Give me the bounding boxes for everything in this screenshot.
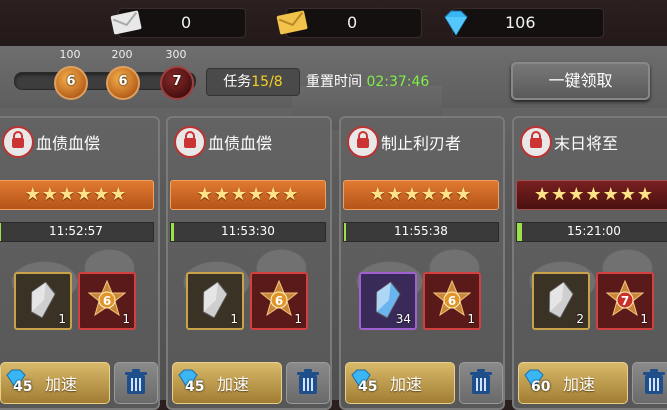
reward-count: 1 bbox=[640, 312, 648, 326]
gold-envelope-icon bbox=[276, 10, 308, 35]
mission-counter: 任务15/8 bbox=[206, 68, 300, 96]
rank-badge-icon: 7 bbox=[606, 280, 644, 317]
star-rating: ★★★★★★ bbox=[170, 180, 326, 210]
mail-counter[interactable]: 0 bbox=[110, 8, 246, 38]
svg-text:6: 6 bbox=[103, 294, 111, 308]
star-rating: ★★★★★★ bbox=[0, 180, 154, 210]
gold-mail-count: 0 bbox=[347, 13, 358, 32]
medal-rank: 6 bbox=[118, 74, 128, 89]
medal-rank: 7 bbox=[172, 74, 182, 89]
lock-icon bbox=[174, 126, 206, 158]
crystal-icon bbox=[202, 282, 228, 318]
reward-slot[interactable]: 1 bbox=[14, 272, 72, 330]
timer-bar: 11:53:30 bbox=[170, 222, 326, 242]
medal-rank: 6 bbox=[66, 74, 76, 89]
speed-up-label: 加速 bbox=[217, 375, 250, 394]
reward-count: 1 bbox=[122, 312, 130, 326]
diamond-icon bbox=[444, 10, 468, 36]
timer-bar: 11:55:38 bbox=[343, 222, 499, 242]
gem-cost: 45 bbox=[358, 379, 378, 395]
mission-card[interactable]: 末日将至 ★★★★★★★ 15:21:00 2 7 1 60 加速 bbox=[512, 116, 667, 410]
reward-slot[interactable]: 6 1 bbox=[250, 272, 308, 330]
trash-icon bbox=[470, 369, 492, 394]
card-title: 制止利刃者 bbox=[381, 134, 462, 153]
gem-cost: 45 bbox=[185, 379, 205, 395]
gold-mail-counter[interactable]: 0 bbox=[276, 8, 422, 38]
reward-slot[interactable]: 6 1 bbox=[423, 272, 481, 330]
lock-icon bbox=[2, 126, 34, 158]
star-rating: ★★★★★★★ bbox=[516, 180, 667, 210]
svg-text:6: 6 bbox=[448, 294, 456, 308]
lock-icon bbox=[347, 126, 379, 158]
mail-count: 0 bbox=[181, 13, 192, 32]
reward-slot[interactable]: 2 bbox=[532, 272, 590, 330]
reward-count: 1 bbox=[467, 312, 475, 326]
timer-text: 15:21:00 bbox=[567, 224, 621, 238]
milestone-label: 300 bbox=[165, 48, 187, 61]
delete-button[interactable] bbox=[459, 362, 503, 404]
crystal-icon bbox=[30, 282, 56, 318]
milestone-reward-medal[interactable]: 6 bbox=[106, 66, 140, 100]
rank-badge-icon: 6 bbox=[88, 280, 126, 317]
reward-slot[interactable]: 7 1 bbox=[596, 272, 654, 330]
star-rating: ★★★★★★ bbox=[343, 180, 499, 210]
speed-up-button[interactable]: 60 加速 bbox=[518, 362, 628, 404]
mission-card[interactable]: 血债血偿 ★★★★★★ 11:52:57 1 6 1 45 加速 bbox=[0, 116, 160, 410]
envelope-icon bbox=[110, 10, 142, 35]
reward-slot[interactable]: 6 1 bbox=[78, 272, 136, 330]
rank-badge-icon: 6 bbox=[433, 280, 471, 317]
reward-slot[interactable]: 1 bbox=[186, 272, 244, 330]
delete-button[interactable] bbox=[632, 362, 667, 404]
milestone-reward-medal[interactable]: 7 bbox=[160, 66, 194, 100]
reward-count: 1 bbox=[230, 312, 238, 326]
card-title: 血债血偿 bbox=[208, 134, 273, 153]
timer-bar: 15:21:00 bbox=[516, 222, 667, 242]
trash-icon bbox=[643, 369, 665, 394]
delete-button[interactable] bbox=[286, 362, 330, 404]
svg-text:6: 6 bbox=[275, 294, 283, 308]
timer-bar: 11:52:57 bbox=[0, 222, 154, 242]
crystal-icon bbox=[548, 282, 574, 318]
reset-time: 02:37:46 bbox=[366, 74, 430, 90]
claim-all-button[interactable]: 一键领取 bbox=[511, 62, 650, 100]
timer-text: 11:52:57 bbox=[49, 224, 103, 238]
card-title: 血债血偿 bbox=[36, 134, 101, 153]
rank-badge-icon: 6 bbox=[260, 280, 298, 317]
diamond-count: 106 bbox=[505, 13, 536, 32]
reset-timer: 重置时间 02:37:46 bbox=[306, 71, 429, 91]
reward-count: 34 bbox=[395, 312, 411, 326]
speed-up-label: 加速 bbox=[390, 375, 423, 394]
diamond-counter[interactable]: 106 bbox=[444, 8, 604, 38]
milestone-reward-medal[interactable]: 6 bbox=[54, 66, 88, 100]
speed-up-label: 加速 bbox=[45, 375, 78, 394]
milestone-label: 200 bbox=[111, 48, 133, 61]
trash-icon bbox=[125, 369, 147, 394]
speed-up-button[interactable]: 45 加速 bbox=[345, 362, 455, 404]
milestone-label: 100 bbox=[59, 48, 81, 61]
reward-count: 1 bbox=[294, 312, 302, 326]
currency-bar: 0 0 106 bbox=[0, 0, 667, 46]
trash-icon bbox=[297, 369, 319, 394]
speed-up-label: 加速 bbox=[563, 375, 596, 394]
reward-count: 1 bbox=[58, 312, 66, 326]
reward-slot[interactable]: 34 bbox=[359, 272, 417, 330]
reward-count: 2 bbox=[576, 312, 584, 326]
gem-cost: 60 bbox=[531, 379, 551, 395]
speed-up-button[interactable]: 45 加速 bbox=[0, 362, 110, 404]
mission-card[interactable]: 血债血偿 ★★★★★★ 11:53:30 1 6 1 45 加速 bbox=[166, 116, 332, 410]
timer-text: 11:53:30 bbox=[221, 224, 275, 238]
delete-button[interactable] bbox=[114, 362, 158, 404]
speed-up-button[interactable]: 45 加速 bbox=[172, 362, 282, 404]
mission-prefix: 任务 bbox=[223, 74, 252, 90]
reset-label: 重置时间 bbox=[306, 74, 362, 90]
svg-text:7: 7 bbox=[621, 294, 629, 308]
mission-card[interactable]: 制止利刃者 ★★★★★★ 11:55:38 34 6 1 45 加速 bbox=[339, 116, 505, 410]
card-title: 末日将至 bbox=[554, 134, 619, 153]
mission-count: 15/8 bbox=[251, 74, 283, 90]
lock-icon bbox=[520, 126, 552, 158]
gem-cost: 45 bbox=[13, 379, 33, 395]
timer-text: 11:55:38 bbox=[394, 224, 448, 238]
